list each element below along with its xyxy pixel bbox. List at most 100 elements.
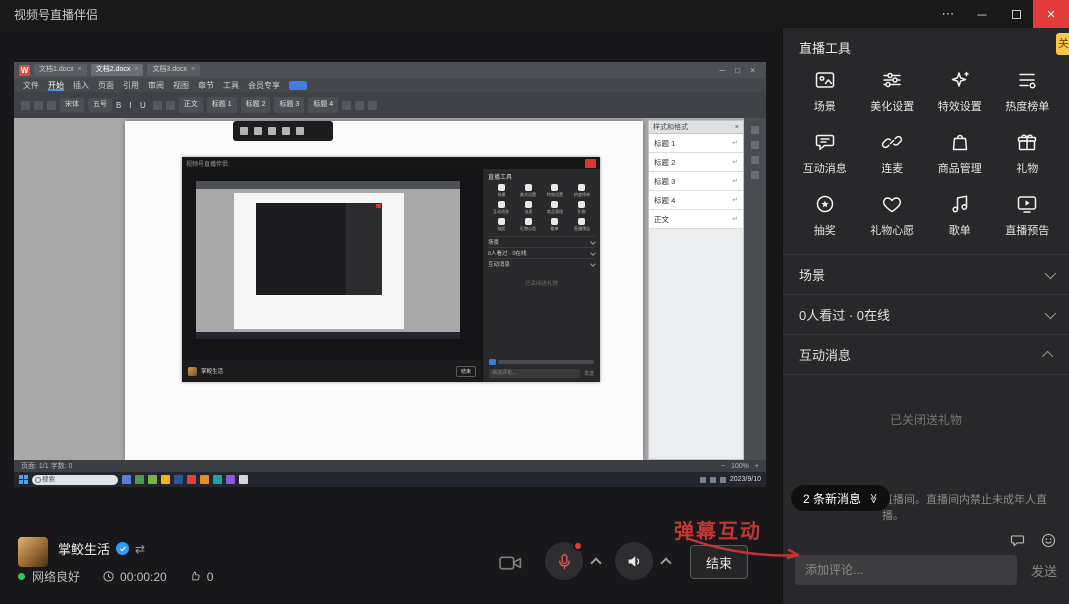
send-button[interactable]: 发送: [1031, 561, 1057, 580]
captured-doc-tab: 文档3.docx×: [147, 64, 200, 76]
tools-sidebar: 直播工具 场景 美化设置 特效设置 热度榜单: [782, 28, 1069, 604]
messages-area: 已关闭送礼物 2 条新消息 ≫ 直播间。直播间内禁止未成年人直播。: [783, 374, 1069, 524]
gift-wish-heart-icon: [880, 192, 904, 216]
tool-product-management[interactable]: 商品管理: [926, 130, 994, 176]
tool-live-trailer[interactable]: 直播预告: [994, 192, 1062, 238]
clock-icon: [102, 570, 115, 583]
comment-input[interactable]: [795, 555, 1017, 585]
captured-styles-panel: 样式和格式× 标题 1↵ 标题 2↵ 标题 3↵ 标题 4↵ 正文↵: [648, 120, 744, 460]
tools-panel-header: 直播工具: [783, 28, 1069, 66]
captured-live-app-stage: [182, 169, 482, 360]
captured-live-app-statusbar: 掌鲛生活 结束: [182, 360, 482, 382]
window-controls: ⋯ ─ ×: [931, 0, 1069, 28]
live-timer: 00:00:20: [120, 570, 167, 584]
captured-wps-menubar: 文件 开始 插入 页面 引用 审阅 视图 章节 工具 会员专享: [14, 78, 766, 92]
captured-font-size: 五号: [88, 98, 112, 112]
room-notice: 直播间。直播间内禁止未成年人直播。: [882, 493, 1064, 524]
tool-gifts[interactable]: 礼物: [994, 130, 1062, 176]
speaker-button[interactable]: [615, 542, 653, 580]
speaker-options-chevron[interactable]: [660, 557, 671, 568]
captured-live-app-screenshot: 视频号直播伴侣: [182, 157, 600, 382]
captured-windows-taskbar: 搜索 2023/9/10: [14, 472, 766, 487]
like-count: 0: [207, 570, 214, 584]
app-window: 视频号直播伴侣 ⋯ ─ × W 文档1.docx× 文档2.docx× 文档3.…: [0, 0, 1069, 604]
music-note-icon: [948, 192, 972, 216]
verified-badge-icon: [116, 542, 129, 555]
live-trailer-icon: [1015, 192, 1039, 216]
maximize-button[interactable]: [999, 0, 1033, 28]
thumb-up-icon: [189, 570, 202, 583]
captured-system-tray: 2023/9/10: [700, 476, 761, 483]
close-button[interactable]: ×: [1033, 0, 1069, 28]
window-title: 视频号直播伴侣: [0, 6, 98, 23]
tool-scene[interactable]: 场景: [791, 68, 859, 114]
comment-bar: 发送: [783, 524, 1069, 604]
tool-beauty-settings[interactable]: 美化设置: [859, 68, 927, 114]
captured-side-strip: [744, 118, 766, 460]
tool-gift-wish[interactable]: 礼物心愿: [859, 192, 927, 238]
message-bubble-icon: [813, 130, 837, 154]
section-viewers[interactable]: 0人看过 · 0在线: [783, 294, 1069, 334]
scene-icon: [813, 68, 837, 92]
captured-wps-statusbar: 页面: 1/1 字数: 0 −100%+: [14, 460, 766, 472]
tool-hot-list[interactable]: 热度榜单: [994, 68, 1062, 114]
tool-effects[interactable]: 特效设置: [926, 68, 994, 114]
preview-stage: W 文档1.docx× 文档2.docx× 文档3.docx× ─ □ × 文件…: [0, 28, 782, 604]
effects-icon: [948, 68, 972, 92]
titlebar: 视频号直播伴侣 ⋯ ─ ×: [0, 0, 1069, 28]
mic-options-chevron[interactable]: [590, 557, 601, 568]
tools-grid: 场景 美化设置 特效设置 热度榜单 互动消息: [783, 66, 1069, 254]
mic-button[interactable]: [545, 542, 583, 580]
gift-disabled-note: 已关闭送礼物: [783, 411, 1069, 428]
captured-menu-accent: [289, 81, 307, 90]
account-row: 掌鲛生活 ⇄: [58, 539, 145, 558]
captured-wps-titlebar: W 文档1.docx× 文档2.docx× 文档3.docx× ─ □ ×: [14, 62, 766, 78]
tool-link-mic[interactable]: 连麦: [859, 130, 927, 176]
tool-playlist[interactable]: 歌单: [926, 192, 994, 238]
captured-document-canvas: 视频号直播伴侣: [14, 118, 766, 460]
captured-start-button: [19, 475, 28, 484]
shopping-bag-icon: [948, 130, 972, 154]
network-status-dot: [18, 573, 25, 580]
minimize-button[interactable]: ─: [965, 0, 999, 28]
maximize-icon: [1012, 10, 1021, 19]
captured-biu-buttons: B I U: [116, 101, 149, 110]
section-interactive-messages[interactable]: 互动消息: [783, 334, 1069, 374]
network-status: 网络良好: [32, 568, 80, 585]
double-chevron-down-icon: ≫: [868, 493, 879, 503]
captured-font-name: 宋体: [60, 98, 84, 112]
section-scene[interactable]: 场景: [783, 254, 1069, 294]
mic-alert-badge: [573, 541, 583, 551]
captured-wps-window-controls: ─ □ ×: [719, 66, 761, 75]
camera-toggle-button[interactable]: [498, 552, 523, 579]
annotation-arrow: [686, 536, 810, 562]
captured-picture-toolbar: [233, 121, 333, 141]
comment-bubble-button[interactable]: [1009, 532, 1026, 549]
captured-recursive-preview: [196, 181, 460, 339]
captured-live-app-close: [585, 159, 596, 168]
emoji-button[interactable]: [1040, 532, 1057, 549]
tool-lottery[interactable]: 抽奖: [791, 192, 859, 238]
captured-doc-tab: 文档1.docx×: [34, 64, 87, 76]
captured-live-app-titlebar: 视频号直播伴侣: [182, 157, 600, 169]
more-menu-button[interactable]: ⋯: [931, 0, 965, 28]
new-messages-pill[interactable]: 2 条新消息 ≫: [791, 485, 890, 511]
captured-notice-row: [489, 358, 594, 365]
captured-doc-tab: 文档2.docx×: [91, 64, 144, 76]
link-mic-icon: [880, 130, 904, 154]
chevron-down-icon: [1045, 307, 1056, 318]
captured-wps-logo: W: [19, 65, 30, 76]
lottery-icon: [813, 192, 837, 216]
captured-taskbar-search: 搜索: [32, 475, 118, 485]
close-side-tab[interactable]: 关: [1056, 33, 1069, 55]
captured-wps-toolbar: 宋体 五号 B I U 正文 标题 1 标题 2 标题 3 标题 4: [14, 92, 766, 118]
tool-interactive-messages[interactable]: 互动消息: [791, 130, 859, 176]
hot-list-icon: [1015, 68, 1039, 92]
captured-screen-preview: W 文档1.docx× 文档2.docx× 文档3.docx× ─ □ × 文件…: [14, 62, 766, 487]
stream-meta-row: 网络良好 00:00:20 0: [18, 568, 213, 585]
beauty-settings-icon: [880, 68, 904, 92]
switch-account-icon[interactable]: ⇄: [135, 542, 145, 556]
account-avatar: [18, 537, 48, 567]
chevron-down-icon: [1045, 267, 1056, 278]
chevron-up-icon: [1042, 350, 1053, 361]
